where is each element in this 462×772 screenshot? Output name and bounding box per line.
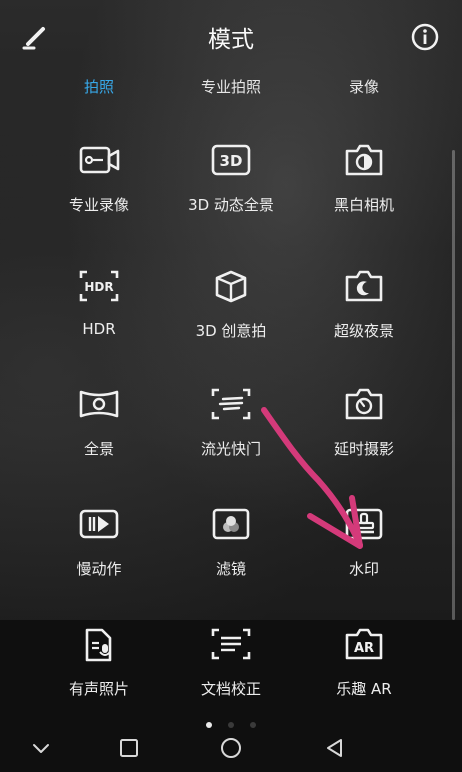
mode-3d-panorama[interactable]: 3D 3D 动态全景 <box>156 142 306 232</box>
audio-note-icon <box>85 628 112 662</box>
document-correct-icon <box>211 628 251 660</box>
mode-label: 3D 创意拍 <box>195 322 267 340</box>
back-icon[interactable] <box>320 733 350 763</box>
mode-3d-creative[interactable]: 3D 创意拍 <box>156 268 306 358</box>
mode-grid: 专业录像 3D 3D 动态全景 黑白相机 HDR HDR 3D 创意拍 超级夜景… <box>0 0 462 772</box>
watermark-stamp-icon <box>345 508 383 540</box>
timelapse-icon <box>345 388 383 420</box>
mode-label: HDR <box>82 320 116 338</box>
mode-watermark[interactable]: 水印 <box>289 506 439 596</box>
mode-slow-motion[interactable]: 慢动作 <box>24 506 174 596</box>
3d-cube-icon <box>215 270 247 303</box>
light-trail-icon <box>211 388 251 420</box>
mode-filter[interactable]: 滤镜 <box>156 506 306 596</box>
hdr-icon: HDR <box>79 270 119 302</box>
ar-icon: AR <box>345 628 383 660</box>
slow-motion-icon <box>79 509 119 539</box>
mode-pro-video[interactable]: 专业录像 <box>24 142 174 232</box>
recent-apps-icon[interactable] <box>114 733 144 763</box>
mode-label: 黑白相机 <box>333 196 394 214</box>
filter-icon <box>212 508 250 540</box>
mode-label: 有声照片 <box>68 680 129 698</box>
mode-hdr[interactable]: HDR HDR <box>24 268 174 358</box>
mode-label: 延时摄影 <box>333 440 394 458</box>
svg-text:AR: AR <box>354 641 374 656</box>
mode-label: 慢动作 <box>76 560 122 578</box>
mode-label: 3D 动态全景 <box>188 196 274 214</box>
mode-light-painting[interactable]: 流光快门 <box>156 386 306 476</box>
3d-badge-icon: 3D <box>211 144 251 176</box>
mode-fun-ar[interactable]: AR 乐趣 AR <box>289 626 439 716</box>
mode-audio-photo[interactable]: 有声照片 <box>24 626 174 716</box>
monochrome-camera-icon <box>345 144 383 176</box>
mode-label: 乐趣 AR <box>336 680 392 698</box>
mode-monochrome[interactable]: 黑白相机 <box>289 142 439 232</box>
system-nav-bar <box>0 725 462 772</box>
mode-label: 水印 <box>348 560 379 578</box>
mode-label: 超级夜景 <box>333 322 394 340</box>
svg-text:3D: 3D <box>220 152 243 170</box>
panorama-icon <box>79 390 119 418</box>
pro-video-icon <box>79 146 120 174</box>
mode-timelapse[interactable]: 延时摄影 <box>289 386 439 476</box>
mode-label: 流光快门 <box>200 440 261 458</box>
svg-text:HDR: HDR <box>84 280 113 294</box>
mode-panorama[interactable]: 全景 <box>24 386 174 476</box>
mode-label: 全景 <box>83 440 114 458</box>
mode-label: 文档校正 <box>200 680 261 698</box>
night-moon-icon <box>345 270 383 302</box>
chevron-down-icon[interactable] <box>26 733 56 763</box>
mode-label: 专业录像 <box>68 196 129 214</box>
home-icon[interactable] <box>216 733 246 763</box>
mode-label: 滤镜 <box>215 560 246 578</box>
mode-document-correction[interactable]: 文档校正 <box>156 626 306 716</box>
page-indicator <box>0 713 462 728</box>
mode-super-night[interactable]: 超级夜景 <box>289 268 439 358</box>
